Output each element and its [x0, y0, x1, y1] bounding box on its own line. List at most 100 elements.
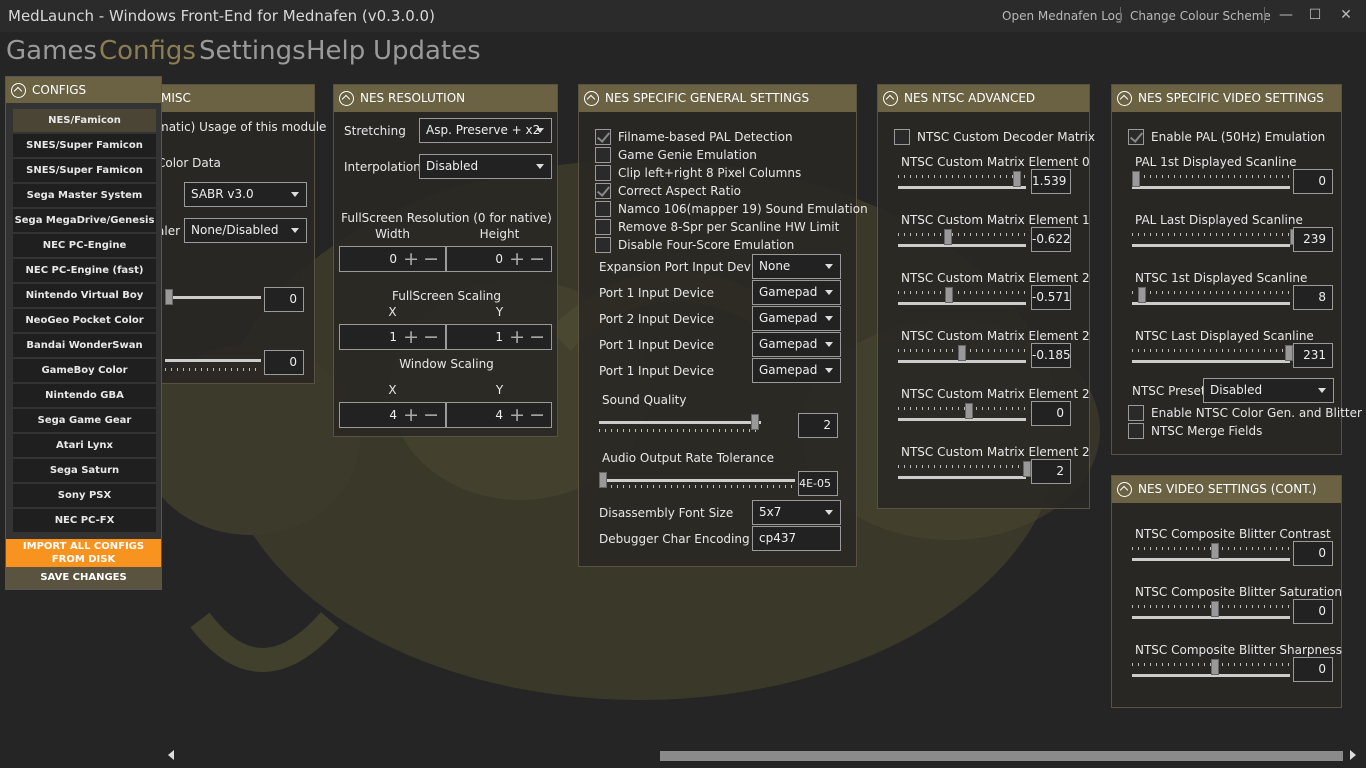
minus-icon[interactable]: − — [529, 248, 545, 270]
plus-icon[interactable]: + — [509, 326, 525, 348]
option-checkbox[interactable] — [595, 183, 611, 199]
audio-tolerance-thumb[interactable] — [599, 472, 607, 488]
misc-combo-2[interactable]: None/Disabled — [184, 218, 307, 243]
slider-thumb[interactable] — [958, 345, 967, 361]
slider-value[interactable]: -0.622 — [1031, 227, 1071, 252]
misc-combo-1[interactable]: SABR v3.0 — [184, 182, 307, 207]
ntsc-matrix-checkbox[interactable] — [894, 129, 910, 145]
slider-track[interactable] — [898, 186, 1026, 189]
slider-value[interactable]: 231 — [1293, 343, 1333, 368]
change-colour-link[interactable]: Change Colour Scheme — [1130, 9, 1271, 23]
fs-height-stepper[interactable]: 0 + − — [446, 246, 552, 272]
sidebar-item[interactable]: SNES/Super Famicon (Faust) — [13, 159, 156, 199]
nes-general-header[interactable]: NES SPECIFIC GENERAL SETTINGS — [579, 85, 856, 112]
menu-settings[interactable]: Settings — [199, 36, 306, 66]
minus-icon[interactable]: − — [423, 404, 439, 426]
fs-x-stepper[interactable]: 1 + − — [339, 324, 446, 350]
sidebar-item[interactable]: Sega MegaDrive/Genesis — [13, 209, 156, 232]
slider-track[interactable] — [1132, 244, 1290, 247]
slider-value[interactable]: 0 — [1293, 599, 1333, 624]
input-device-select[interactable]: Gamepad — [752, 306, 841, 331]
slider-thumb[interactable] — [1211, 601, 1219, 617]
audio-tolerance-track[interactable] — [599, 479, 795, 482]
minus-icon[interactable]: − — [529, 326, 545, 348]
misc-slider-1-track[interactable] — [165, 296, 261, 299]
stretching-select[interactable]: Asp. Preserve + x2 — [419, 118, 552, 143]
minimize-icon[interactable]: — — [1275, 4, 1297, 26]
sidebar-item[interactable]: Sega Game Gear — [13, 409, 156, 432]
minus-icon[interactable]: − — [529, 404, 545, 426]
slider-value[interactable]: 0 — [1293, 657, 1333, 682]
sidebar-item[interactable]: Bandai WonderSwan — [13, 334, 156, 357]
misc-slider-1-thumb[interactable] — [165, 289, 173, 305]
collapse-icon[interactable] — [1117, 482, 1132, 497]
misc-num-2[interactable]: 0 — [264, 350, 304, 375]
slider-value[interactable]: 0 — [1293, 541, 1333, 566]
sound-quality-thumb[interactable] — [751, 414, 759, 430]
plus-icon[interactable]: + — [403, 248, 419, 270]
win-y-stepper[interactable]: 4 + − — [446, 402, 552, 428]
nes-video-cont-header[interactable]: NES VIDEO SETTINGS (CONT.) — [1112, 476, 1341, 503]
misc-num-1[interactable]: 0 — [264, 287, 304, 312]
slider-track[interactable] — [898, 476, 1026, 479]
misc-slider-2-track[interactable] — [165, 359, 261, 362]
option-checkbox[interactable] — [595, 129, 611, 145]
collapse-icon[interactable] — [339, 91, 354, 106]
font-size-select[interactable]: 5x7 — [752, 500, 841, 525]
audio-tolerance-value[interactable]: 4E-05 — [798, 471, 838, 496]
plus-icon[interactable]: + — [509, 404, 525, 426]
slider-value[interactable]: 8 — [1293, 285, 1333, 310]
input-device-select[interactable]: Gamepad — [752, 358, 841, 383]
collapse-icon[interactable] — [1117, 91, 1132, 106]
configs-sidebar-header[interactable]: CONFIGS — [6, 77, 161, 103]
open-log-link[interactable]: Open Mednafen Log — [1002, 9, 1123, 23]
slider-value[interactable]: -0.185 — [1031, 343, 1071, 368]
input-device-select[interactable]: Gamepad — [752, 332, 841, 357]
scroll-left-icon[interactable] — [168, 750, 174, 760]
sidebar-item[interactable]: Sony PSX — [13, 484, 156, 507]
ntsc-colorgen-checkbox[interactable] — [1128, 405, 1144, 421]
slider-thumb[interactable] — [944, 229, 953, 245]
plus-icon[interactable]: + — [509, 248, 525, 270]
sidebar-item[interactable]: NES/Famicon — [13, 109, 156, 132]
slider-track[interactable] — [898, 302, 1026, 305]
fs-y-stepper[interactable]: 1 + − — [446, 324, 552, 350]
slider-track[interactable] — [898, 244, 1026, 247]
slider-thumb[interactable] — [1138, 287, 1147, 303]
slider-thumb[interactable] — [1211, 543, 1219, 559]
slider-thumb[interactable] — [1013, 171, 1022, 187]
sidebar-item[interactable]: NEC PC-Engine — [13, 234, 156, 257]
slider-track[interactable] — [1132, 186, 1290, 189]
import-configs-button[interactable]: IMPORT ALL CONFIGS FROM DISK — [6, 539, 161, 567]
sidebar-item[interactable]: GameBoy Color — [13, 359, 156, 382]
option-checkbox[interactable] — [595, 147, 611, 163]
slider-track[interactable] — [1132, 302, 1290, 305]
sidebar-item[interactable]: Nintendo Virtual Boy — [13, 284, 156, 307]
option-checkbox[interactable] — [595, 237, 611, 253]
sidebar-item[interactable]: NEC PC-FX — [13, 509, 156, 532]
collapse-icon[interactable] — [584, 91, 599, 106]
input-device-select[interactable]: None — [752, 254, 841, 279]
maximize-icon[interactable]: ☐ — [1304, 4, 1326, 26]
fs-width-stepper[interactable]: 0 + − — [339, 246, 446, 272]
plus-icon[interactable]: + — [403, 404, 419, 426]
slider-thumb[interactable] — [1132, 171, 1140, 187]
slider-value[interactable]: -0.571 — [1031, 285, 1071, 310]
sidebar-item[interactable]: Nintendo GBA — [13, 384, 156, 407]
sidebar-item[interactable]: SNES/Super Famicon — [13, 134, 156, 157]
nes-video-header[interactable]: NES SPECIFIC VIDEO SETTINGS — [1112, 85, 1341, 112]
menu-configs[interactable]: Configs — [99, 36, 196, 66]
minus-icon[interactable]: − — [423, 248, 439, 270]
slider-value[interactable]: 239 — [1293, 227, 1333, 252]
option-checkbox[interactable] — [595, 201, 611, 217]
sidebar-item[interactable]: NEC PC-Engine (fast) — [13, 259, 156, 282]
horizontal-scrollbar[interactable] — [660, 751, 1343, 761]
minus-icon[interactable]: − — [423, 326, 439, 348]
menu-games[interactable]: Games — [6, 36, 97, 66]
sidebar-item[interactable]: Sega Master System — [13, 184, 156, 207]
sound-quality-value[interactable]: 2 — [798, 413, 838, 438]
interpolation-select[interactable]: Disabled — [419, 154, 552, 179]
sidebar-item[interactable]: Atari Lynx — [13, 434, 156, 457]
ntsc-preset-select[interactable]: Disabled — [1203, 378, 1334, 403]
plus-icon[interactable]: + — [403, 326, 419, 348]
